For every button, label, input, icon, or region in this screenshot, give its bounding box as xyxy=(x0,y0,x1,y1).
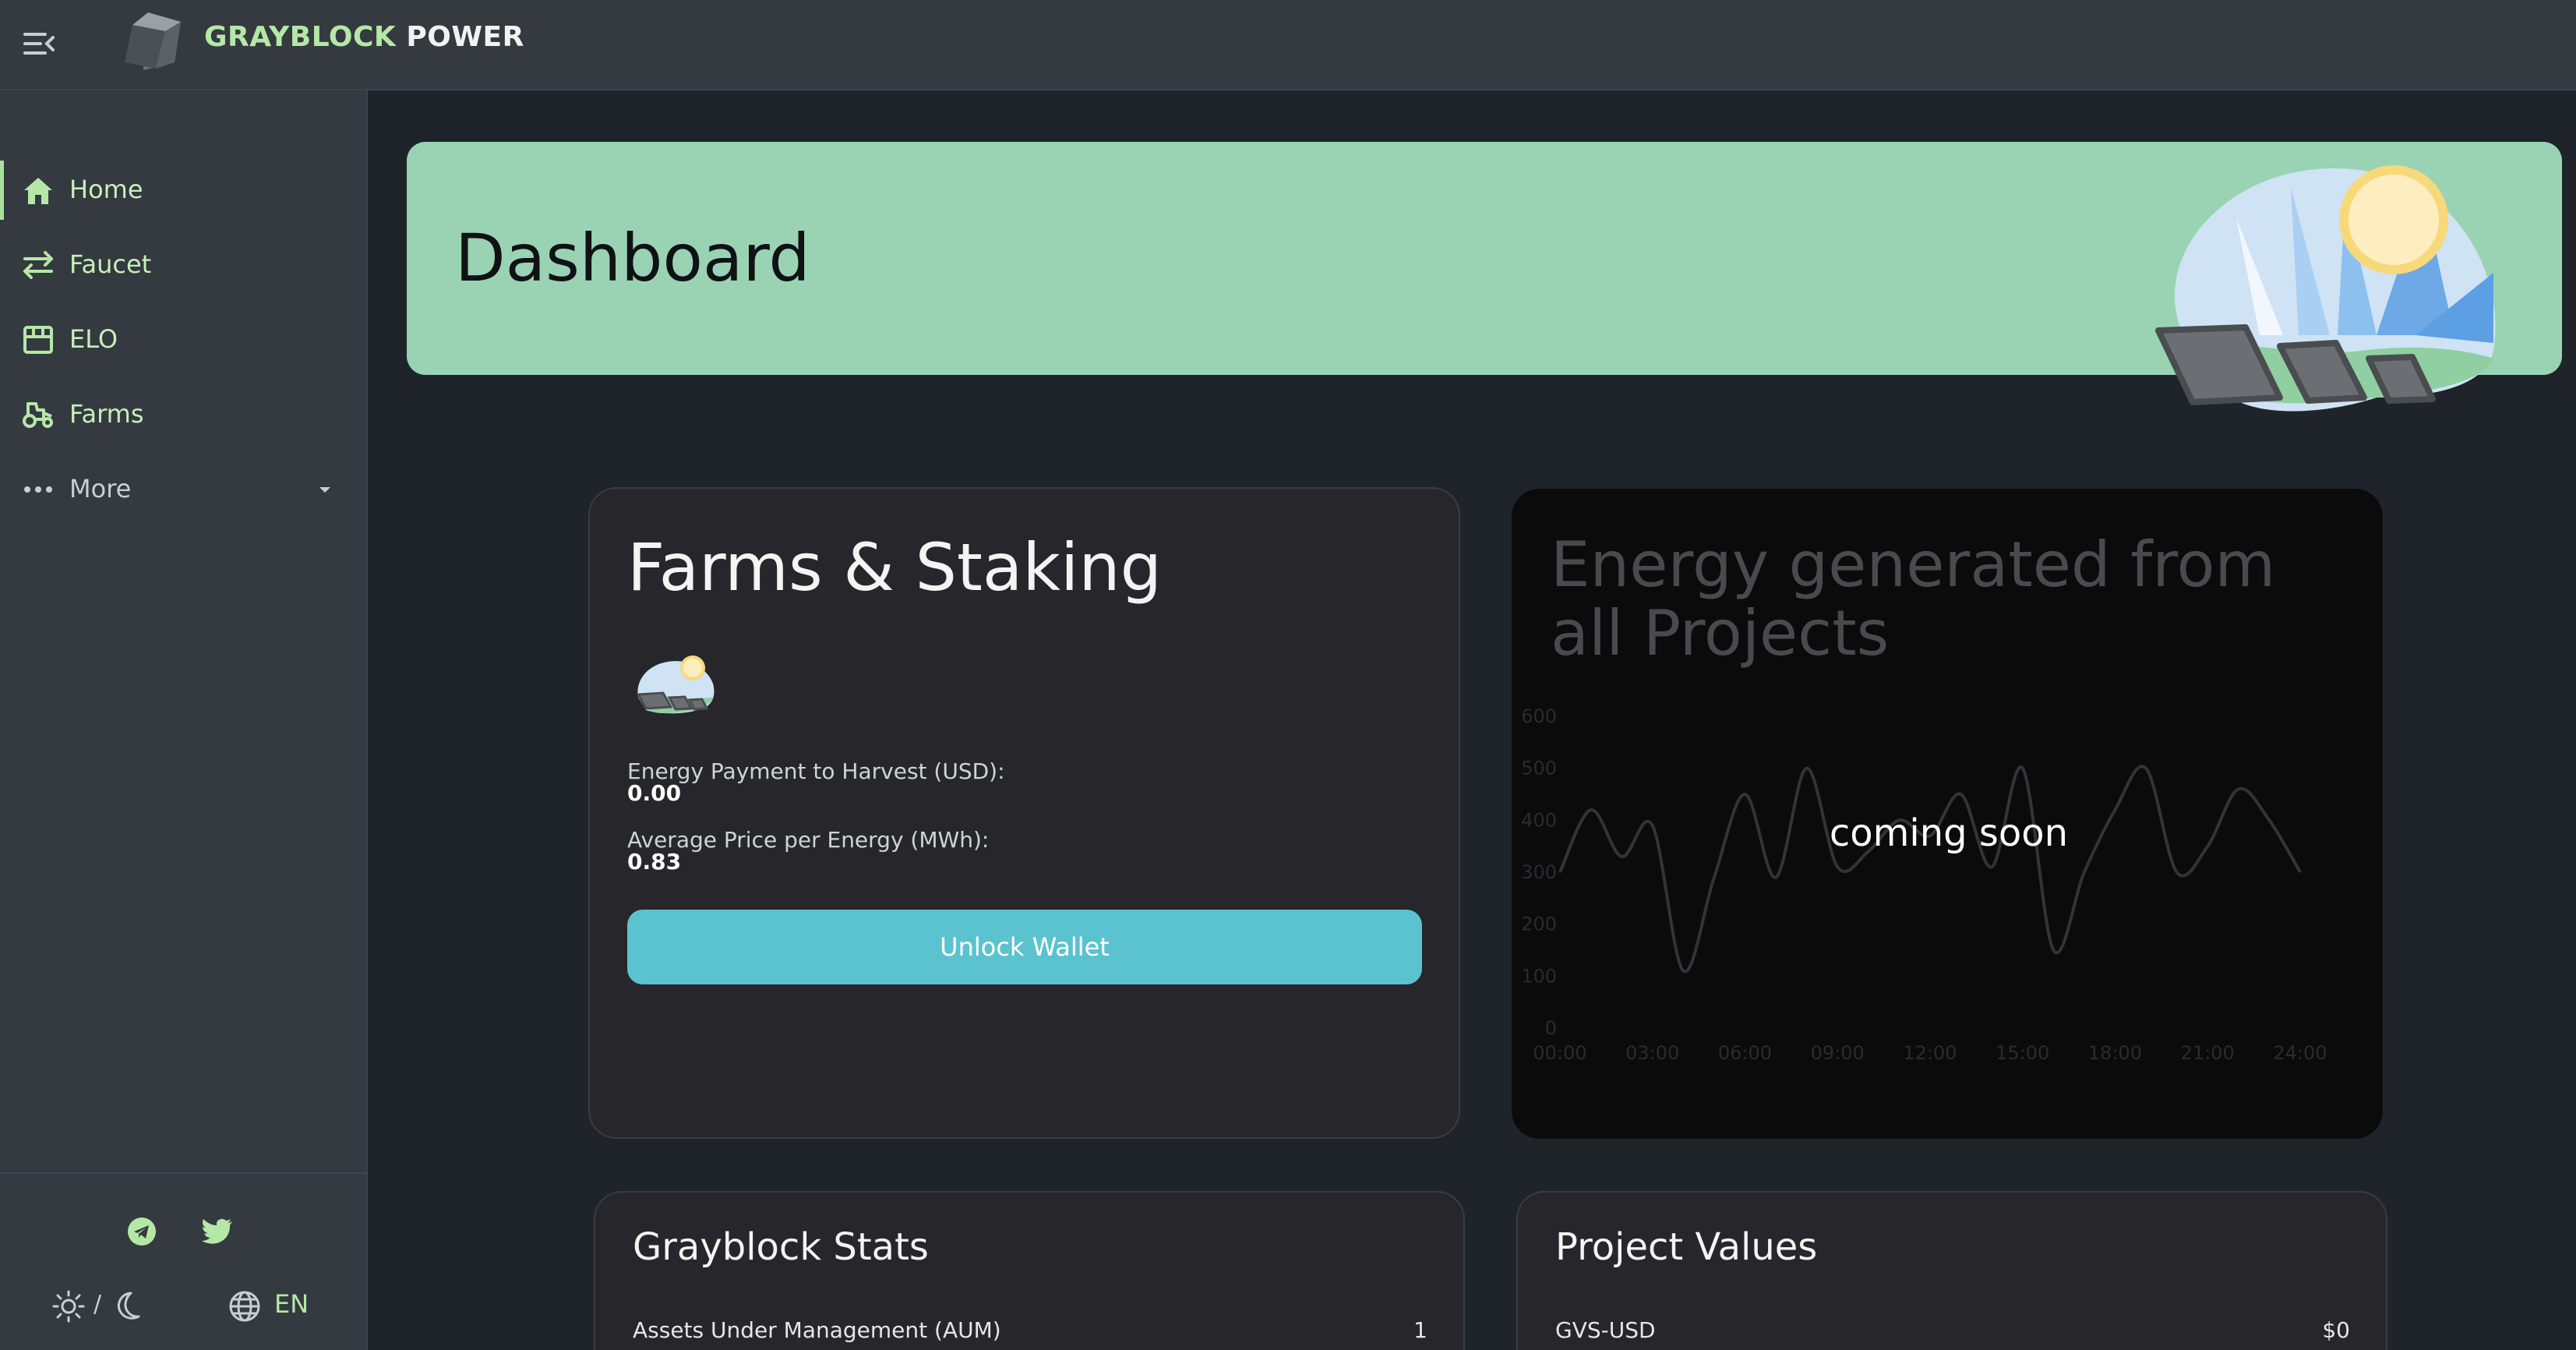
swap-arrows-icon xyxy=(20,248,56,282)
energy-payment-value: 0.00 xyxy=(627,780,682,806)
x-tick-label: 21:00 xyxy=(2181,1042,2235,1064)
x-tick-label: 24:00 xyxy=(2273,1042,2327,1064)
x-tick-label: 00:00 xyxy=(1533,1042,1586,1064)
y-tick-label: 500 xyxy=(1521,758,1557,779)
solar-farm-icon xyxy=(636,656,715,714)
sidebar-item-elo[interactable]: ELO xyxy=(0,304,366,376)
x-tick-label: 18:00 xyxy=(2088,1042,2142,1064)
unlock-wallet-button[interactable]: Unlock Wallet xyxy=(627,910,1422,984)
farms-staking-card: Farms & Staking Energy Payment to Harves… xyxy=(588,487,1460,1139)
aum-value: 1 xyxy=(1413,1317,1427,1343)
sidebar-item-label: Faucet xyxy=(69,249,152,279)
theme-separator: / xyxy=(94,1291,102,1318)
solar-farm-illustration-icon xyxy=(2155,165,2496,412)
brand-name[interactable]: GRAYBLOCK POWER xyxy=(204,21,524,53)
twitter-icon[interactable] xyxy=(201,1217,234,1249)
energy-payment-label: Energy Payment to Harvest (USD): xyxy=(627,758,1005,784)
chevron-down-icon xyxy=(316,482,334,497)
project-values-card: Project Values GVS-USD $0 xyxy=(1516,1191,2387,1350)
sidebar-item-label: Farms xyxy=(69,399,144,429)
moon-icon[interactable] xyxy=(109,1289,143,1327)
energy-generated-card: Energy generated from all Projects 0 100 2… xyxy=(1512,489,2383,1139)
coming-soon-overlay: coming soon xyxy=(1829,811,2069,855)
brand-part2: POWER xyxy=(406,21,524,53)
energy-series-line xyxy=(1558,765,2302,974)
y-tick-label: 100 xyxy=(1521,965,1557,987)
top-bar: GRAYBLOCK POWER xyxy=(0,0,2576,90)
grayblock-stats-card: Grayblock Stats Assets Under Management … xyxy=(594,1191,1465,1350)
y-tick-label: 600 xyxy=(1521,705,1557,727)
sidebar-item-label: Home xyxy=(69,175,143,204)
sidebar-item-farms[interactable]: Farms xyxy=(0,379,366,451)
logo-cube-icon[interactable] xyxy=(120,8,185,73)
brand-part1: GRAYBLOCK xyxy=(204,21,397,53)
dashboard-hero-banner: Dashboard xyxy=(407,142,2562,412)
x-tick-label: 03:00 xyxy=(1625,1042,1679,1064)
sidebar-item-home[interactable]: Home xyxy=(0,154,366,226)
average-price-label: Average Price per Energy (MWh): xyxy=(627,827,990,853)
aum-label: Assets Under Management (AUM) xyxy=(633,1317,1001,1343)
gvs-usd-label: GVS-USD xyxy=(1555,1317,1656,1343)
sidebar-item-label: More xyxy=(69,474,132,504)
average-price-value: 0.83 xyxy=(627,849,682,875)
sidebar-item-label: ELO xyxy=(69,324,118,354)
more-dots-icon xyxy=(20,472,56,507)
sidebar: Home Faucet ELO Farms More / EN xyxy=(0,90,368,1350)
storefront-icon xyxy=(20,323,56,357)
sun-icon[interactable] xyxy=(51,1289,86,1327)
globe-icon[interactable] xyxy=(228,1289,262,1327)
home-icon xyxy=(20,173,56,207)
card-title: Farms & Staking xyxy=(627,529,1162,606)
x-tick-label: 15:00 xyxy=(1996,1042,2049,1064)
sidebar-footer: / EN xyxy=(0,1172,366,1350)
menu-collapse-icon[interactable] xyxy=(22,27,56,61)
card-title: Grayblock Stats xyxy=(633,1225,929,1269)
x-tick-label: 12:00 xyxy=(1903,1042,1957,1064)
x-tick-label: 09:00 xyxy=(1811,1042,1865,1064)
card-title: Project Values xyxy=(1555,1225,1818,1269)
page-title: Dashboard xyxy=(455,220,810,296)
x-tick-label: 06:00 xyxy=(1718,1042,1772,1064)
tractor-icon xyxy=(20,398,56,432)
sidebar-item-more[interactable]: More xyxy=(0,454,366,525)
language-selector[interactable]: EN xyxy=(274,1289,309,1319)
y-tick-label: 200 xyxy=(1521,914,1557,935)
y-tick-label: 0 xyxy=(1545,1017,1557,1039)
gvs-usd-value: $0 xyxy=(2322,1317,2350,1343)
telegram-icon[interactable] xyxy=(126,1216,157,1250)
y-tick-label: 300 xyxy=(1521,861,1557,883)
sidebar-item-faucet[interactable]: Faucet xyxy=(0,229,366,301)
